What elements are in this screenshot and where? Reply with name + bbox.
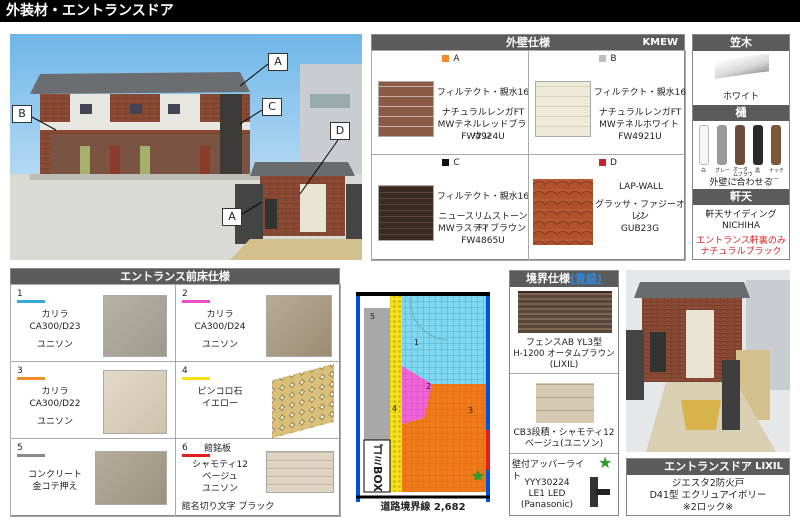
side-spec-panel: 笠木 ホワイト 樋 白 グレー オータムブラウン 黒 ナッティー 外壁に合わせる…: [692, 34, 790, 260]
plan-region-4: 4: [392, 404, 398, 413]
exterior-photo: A B C D A: [10, 34, 362, 260]
floor-1-swatch: [103, 295, 167, 357]
floor-item-4: 4 ピンコロ石 イエロー: [175, 361, 341, 439]
floor-2-swatch: [266, 295, 332, 357]
toi-note: 外壁に合わせる: [709, 178, 773, 188]
floor-item-2: 2 カリラ CA300/D24 ユニソン: [175, 284, 341, 362]
wall-a-color-square: [442, 55, 450, 62]
floor-item-3: 3 カリラ CA300/D22 ユニソン: [10, 361, 176, 439]
wall-d-swatch: [533, 179, 593, 245]
floor-spec-panel: エントランス前床仕様 1 カリラ CA300/D23 ユニソン 2 カリラ CA…: [10, 268, 341, 517]
light-maker: (Panasonic): [520, 500, 574, 510]
door-spec-panel: エントランスドア LIXIL ジエスタ2防火戸 D41型 エクリュアイボリー ※…: [626, 458, 790, 516]
plan-region-3: 3: [468, 406, 474, 415]
plan-region-5: 5: [370, 312, 376, 321]
wall-spec-panel: 外壁仕様 KMEW A フィルテクト・親水16 ナチュラルレンガFT MWテネル…: [371, 34, 686, 261]
wall-d-color-square: [599, 159, 607, 166]
page-title: 外装材・エントランスドア: [6, 3, 174, 19]
wall-item-b: B フィルテクト・親水16 ナチュラルレンガFT MWテネルホワイト FW492…: [528, 50, 686, 155]
fence-maker: (LIXIL): [549, 360, 579, 370]
wall-spec-maker: KMEW: [642, 37, 678, 48]
toi-header: 樋: [693, 105, 789, 121]
block-image: [536, 383, 594, 423]
light-image: [586, 477, 612, 509]
kasagi-header: 笠木: [693, 35, 789, 51]
plan-region-2: 2: [426, 382, 432, 391]
floor-6-swatch: [266, 451, 334, 493]
nokiten-note-2: ナチュラルブラック: [700, 247, 782, 257]
wall-c-color-square: [442, 159, 450, 166]
nokiten-header: 軒天: [693, 189, 789, 205]
page-header: 外装材・エントランスドア: [0, 0, 800, 22]
kasagi-swatch: [715, 53, 769, 79]
door-model: ジエスタ2防火戸: [671, 478, 745, 489]
wall-item-d: D LAP-WALL グラッサ・ファジーオレン ジ GUB23G: [528, 154, 686, 261]
wall-item-a: A フィルテクト・親水16 ナチュラルレンガFT MWテネルレッドブラウン FW…: [371, 50, 529, 155]
nokiten-maker: NICHIHA: [721, 221, 761, 231]
toi-color-labels: 白 グレー オータムブラウン 黒 ナッティー: [701, 167, 785, 184]
plan-region-1: 1: [414, 338, 420, 347]
floor-plan: 5 1 2 3 4 ゴミBOX 道路境界線 2,682: [352, 284, 494, 516]
toi-swatches: [697, 125, 787, 167]
boundary-spec-panel: 境界仕様(青線) フェンスAB YL3型 H-1200 オータムブラウン (LI…: [509, 270, 619, 516]
door-maker: LIXIL: [755, 461, 783, 472]
floor-item-1: 1 カリラ CA300/D23 ユニソン: [10, 284, 176, 362]
floor-item-5: 5 コンクリート 金コテ押え: [10, 438, 176, 517]
wall-c-swatch: [378, 185, 434, 241]
floor-item-6: 6 館銘板 シャモティ12 ベージュ ユニソン 館名切り文字 ブラック: [175, 438, 341, 517]
block-maker: ベージュ(ユニソン): [524, 439, 604, 449]
floor-3-swatch: [103, 370, 167, 434]
wall-b-color-square: [599, 55, 607, 62]
wall-item-c: C フィルテクト・親水16 ニュースリムストーンFT MWラスティブラウン FW…: [371, 154, 529, 261]
floor-4-swatch: [272, 363, 334, 439]
door-spec-header: エントランスドア LIXIL: [627, 459, 789, 475]
star-icon: ★: [598, 453, 613, 472]
wall-spec-header: 外壁仕様 KMEW: [372, 35, 684, 51]
entrance-photo: [626, 270, 790, 452]
fence-image: [518, 291, 612, 333]
floor-spec-header: エントランス前床仕様: [11, 269, 339, 285]
floor-5-swatch: [95, 451, 167, 505]
door-color: D41型 エクリュアイボリー: [649, 490, 767, 501]
road-boundary-label: 道路境界線 2,682: [380, 502, 466, 513]
wall-b-swatch: [535, 81, 591, 137]
kasagi-color: ホワイト: [722, 92, 759, 102]
wall-a-swatch: [378, 81, 434, 137]
door-lock-note: ※2ロック※: [682, 502, 734, 513]
garbage-box-label: ゴミBOX: [371, 444, 384, 492]
boundary-spec-header: 境界仕様(青線): [510, 271, 618, 287]
